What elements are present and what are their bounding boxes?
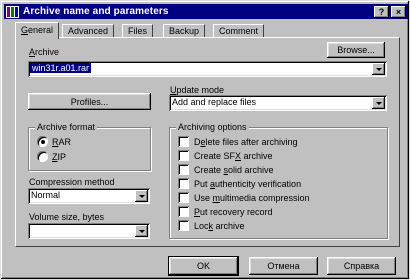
- profiles-button[interactable]: Profiles...: [28, 93, 151, 110]
- compression-method-label: Compression method: [29, 177, 115, 187]
- archive-name-combo[interactable]: win31r.a01.rar: [28, 61, 387, 77]
- checkbox-solid-archive[interactable]: Create solid archive: [178, 164, 274, 175]
- checkbox-multimedia-label: Use multimedia compression: [194, 192, 310, 203]
- tab-files[interactable]: Files: [122, 24, 154, 38]
- checkbox-recovery-record-label: Put recovery record: [194, 206, 273, 217]
- update-mode-label: Update mode: [170, 85, 225, 95]
- checkbox-delete-files-label: Delete files after archiving: [194, 136, 298, 147]
- radio-rar-label: RAR: [52, 136, 72, 147]
- checkbox-lock-archive[interactable]: Lock archive: [178, 220, 245, 231]
- radio-rar-indicator[interactable]: [37, 136, 48, 147]
- volume-size-label: Volume size, bytes: [29, 212, 105, 222]
- checkbox-authenticity[interactable]: Put authenticity verification: [178, 178, 301, 189]
- help-button[interactable]: Справка: [327, 257, 396, 275]
- tab-general-label: eneral: [28, 25, 54, 35]
- checkbox-delete-files-box[interactable]: [178, 136, 189, 147]
- tab-advanced-label: Advanced: [68, 26, 109, 36]
- window-title: Archive name and parameters: [23, 6, 169, 17]
- tab-backup-label: Backup: [169, 26, 200, 36]
- checkbox-lock-archive-label: Lock archive: [194, 220, 245, 231]
- radio-rar[interactable]: RAR: [37, 136, 71, 147]
- cancel-button[interactable]: Отмена: [249, 257, 318, 275]
- compression-method-select[interactable]: Normal: [28, 188, 150, 204]
- tab-general[interactable]: General: [15, 22, 60, 39]
- archive-name-value: win31r.a01.rar: [30, 63, 92, 73]
- update-mode-value: Add and replace files: [172, 97, 257, 107]
- tab-backup[interactable]: Backup: [163, 24, 206, 38]
- help-icon[interactable]: ?: [374, 5, 389, 18]
- checkbox-create-sfx[interactable]: Create SFX archive: [178, 150, 273, 161]
- archiving-options-legend: Archiving options: [176, 122, 249, 132]
- archive-format-group: Archive format: [28, 122, 151, 171]
- checkbox-solid-archive-label: Create solid archive: [194, 164, 274, 175]
- checkbox-multimedia-box[interactable]: [178, 192, 189, 203]
- checkbox-delete-files[interactable]: Delete files after archiving: [178, 136, 298, 147]
- checkbox-create-sfx-box[interactable]: [178, 150, 189, 161]
- browse-button[interactable]: Browse...: [327, 42, 385, 58]
- radio-zip-indicator[interactable]: [37, 151, 48, 162]
- close-icon[interactable]: ×: [391, 5, 406, 18]
- ok-button[interactable]: OK: [168, 256, 239, 276]
- title-bar[interactable]: Archive name and parameters ? ×: [4, 4, 408, 19]
- checkbox-authenticity-box[interactable]: [178, 178, 189, 189]
- chevron-down-icon[interactable]: [372, 63, 385, 75]
- archive-label: Archive: [29, 47, 60, 57]
- tab-advanced[interactable]: Advanced: [62, 24, 115, 38]
- checkbox-multimedia[interactable]: Use multimedia compression: [178, 192, 310, 203]
- checkbox-create-sfx-label: Create SFX archive: [194, 150, 273, 161]
- tab-comment[interactable]: Comment: [213, 24, 265, 38]
- tab-comment-label: Comment: [219, 26, 259, 36]
- chevron-down-icon[interactable]: [372, 97, 385, 109]
- radio-zip[interactable]: ZIP: [37, 151, 66, 162]
- checkbox-solid-archive-box[interactable]: [178, 164, 189, 175]
- update-mode-select[interactable]: Add and replace files: [169, 95, 387, 111]
- volume-size-combo[interactable]: [28, 223, 150, 239]
- archive-format-legend: Archive format: [35, 122, 98, 132]
- chevron-down-icon[interactable]: [135, 190, 148, 202]
- winrar-app-icon: [6, 5, 19, 18]
- checkbox-lock-archive-box[interactable]: [178, 220, 189, 231]
- dialog-window: Archive name and parameters ? × General …: [0, 0, 410, 280]
- checkbox-recovery-record-box[interactable]: [178, 206, 189, 217]
- tab-files-label: Files: [128, 26, 148, 36]
- radio-zip-label: ZIP: [52, 151, 67, 162]
- compression-method-value: Normal: [31, 190, 61, 200]
- checkbox-recovery-record[interactable]: Put recovery record: [178, 206, 273, 217]
- checkbox-authenticity-label: Put authenticity verification: [194, 178, 302, 189]
- chevron-down-icon[interactable]: [135, 225, 148, 237]
